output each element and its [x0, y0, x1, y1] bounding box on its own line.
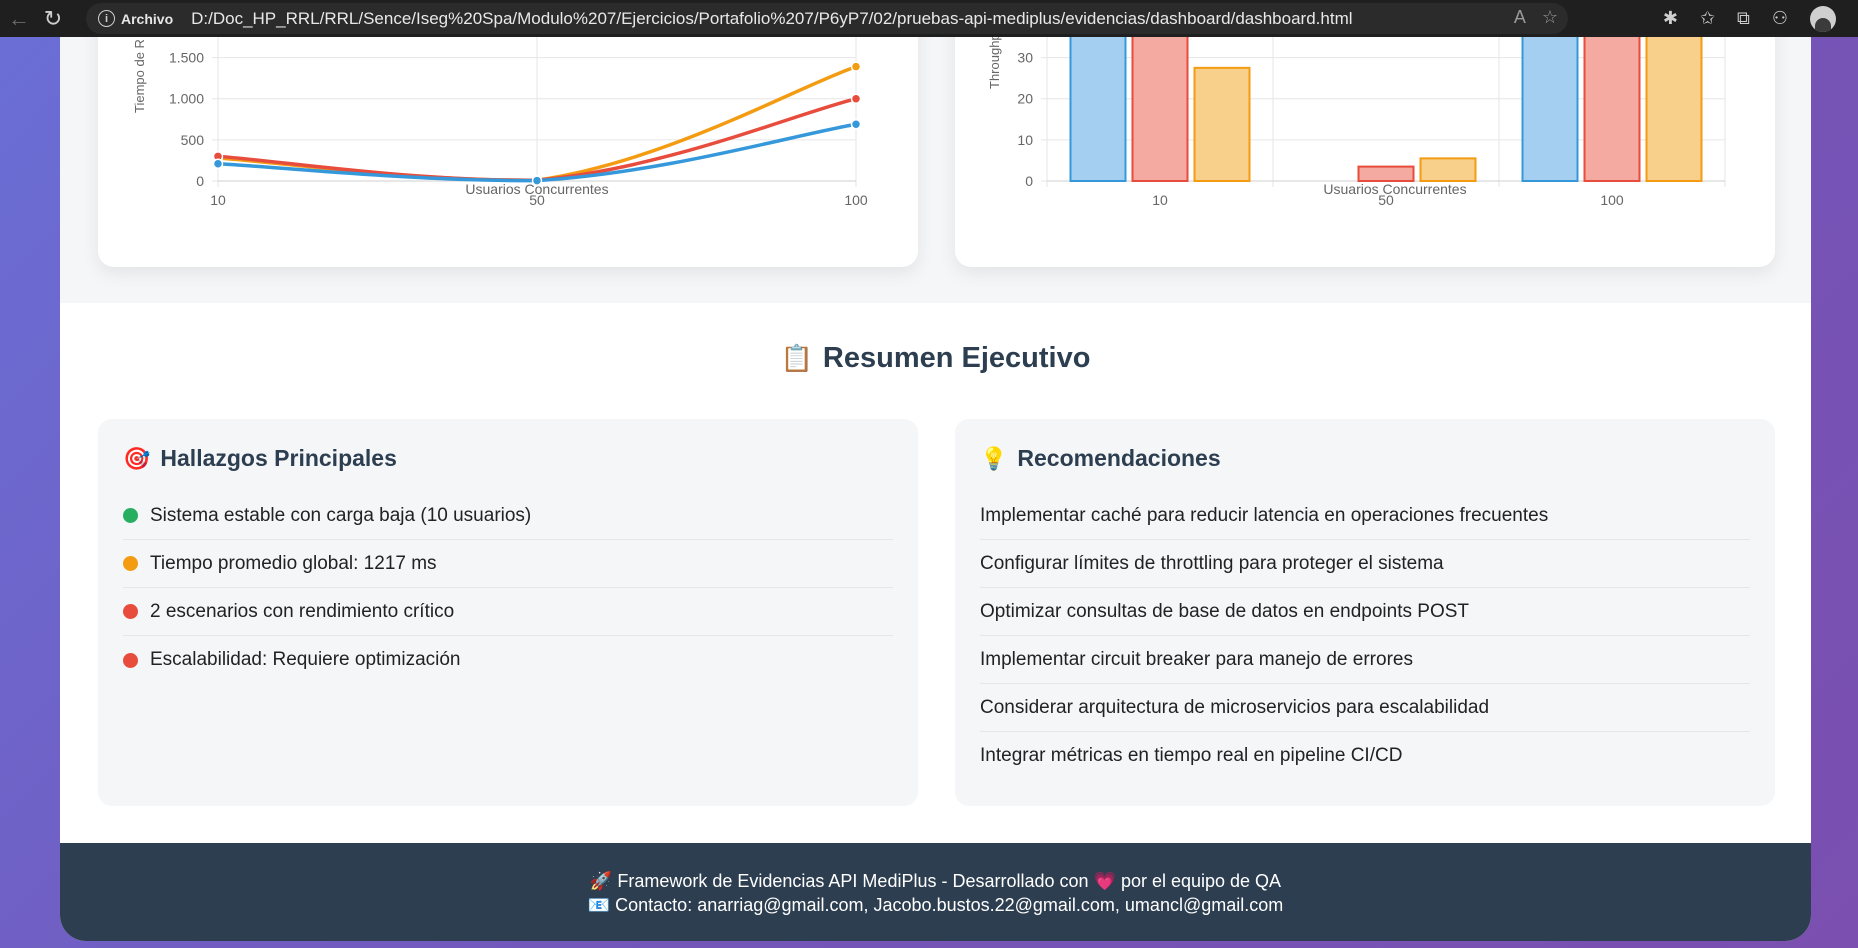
- findings-title: Hallazgos Principales: [160, 445, 397, 471]
- charts-section: Tiempo de R Usuarios Concurrentes 0 500 1.…: [60, 37, 1811, 303]
- finding-text: Escalabilidad: Requiere optimización: [150, 649, 461, 670]
- url-text[interactable]: D:/Doc_HP_RRL/RRL/Sence/Iseg%20Spa/Modul…: [191, 9, 1352, 29]
- findings-heading: 🎯 Hallazgos Principales: [123, 445, 893, 472]
- status-dot-icon: [123, 508, 138, 523]
- footer: 🚀 Framework de Evidencias API MediPlus -…: [60, 843, 1811, 941]
- x-tick-label: 100: [1600, 192, 1624, 208]
- status-dot-icon: [123, 652, 138, 668]
- recommendations-panel: 💡 Recomendaciones Implementar caché para…: [955, 419, 1775, 806]
- y-tick-label: 1.500: [169, 50, 204, 66]
- extensions-icon[interactable]: ✱: [1663, 8, 1678, 29]
- finding-text: 2 escenarios con rendimiento crítico: [150, 600, 455, 622]
- y-tick-label: 30: [1017, 50, 1033, 66]
- x-tick-label: 10: [210, 192, 226, 208]
- throughput-chart-card: Throughp Usuarios Concurrentes 0 10 20 30 1…: [955, 37, 1775, 267]
- finding-text: Tiempo promedio global: 1217 ms: [150, 552, 437, 574]
- clipboard-icon: 📋: [780, 343, 813, 373]
- x-tick-label: 10: [1152, 192, 1168, 208]
- finding-item: Sistema estable con carga baja (10 usuar…: [123, 492, 893, 540]
- back-icon[interactable]: ←: [4, 4, 34, 34]
- recommendations-heading: 💡 Recomendaciones: [980, 445, 1750, 472]
- dashboard-page: Tiempo de R Usuarios Concurrentes 0 500 1.…: [60, 37, 1811, 941]
- y-axis-label: Tiempo de R: [132, 39, 147, 113]
- y-tick-label: 0: [1025, 173, 1033, 189]
- response-time-chart-card: Tiempo de R Usuarios Concurrentes 0 500 1.…: [98, 37, 918, 267]
- bar[interactable]: [1357, 165, 1415, 183]
- bar[interactable]: [1521, 37, 1579, 182]
- throughput-chart: Throughp Usuarios Concurrentes 0 10 20 30 1…: [987, 37, 1726, 208]
- data-point[interactable]: [212, 158, 224, 169]
- x-tick-label: 100: [844, 192, 868, 208]
- footer-contact: 📧 Contacto: anarriag@gmail.com, Jacobo.b…: [587, 895, 1284, 915]
- bar[interactable]: [1583, 37, 1641, 182]
- summary-title-text: Resumen Ejecutivo: [822, 342, 1091, 374]
- summary-title: 📋 Resumen Ejecutivo: [60, 342, 1811, 375]
- y-tick-label: 1.000: [169, 91, 204, 107]
- data-point[interactable]: [850, 93, 862, 104]
- y-tick-label: 20: [1017, 91, 1033, 107]
- bar[interactable]: [1645, 37, 1703, 182]
- y-axis-label: Throughp: [987, 37, 1002, 89]
- footer-credits: 🚀 Framework de Evidencias API MediPlus -…: [589, 871, 1282, 891]
- finding-item: 2 escenarios con rendimiento crítico: [123, 588, 893, 636]
- browser-toolbar: ← ↻ i Archivo D:/Doc_HP_RRL/RRL/Sence/Is…: [0, 0, 1858, 37]
- status-dot-icon: [123, 604, 138, 619]
- bar[interactable]: [1131, 37, 1189, 182]
- recommendation-item: Considerar arquitectura de microservicio…: [980, 684, 1750, 732]
- data-point[interactable]: [850, 118, 862, 130]
- screenshot-icon[interactable]: ⧉: [1737, 8, 1750, 29]
- recommendation-item: Optimizar consultas de base de datos en …: [980, 588, 1750, 636]
- profile-switch-icon[interactable]: ⚇: [1772, 8, 1788, 29]
- address-bar[interactable]: i Archivo D:/Doc_HP_RRL/RRL/Sence/Iseg%2…: [86, 3, 1568, 34]
- x-axis-label: Usuarios Concurrentes: [1323, 181, 1466, 197]
- finding-item: Escalabilidad: Requiere optimización: [123, 636, 893, 684]
- data-point[interactable]: [850, 61, 862, 72]
- findings-panel: 🎯 Hallazgos Principales Sistema estable …: [98, 419, 918, 806]
- finding-item: Tiempo promedio global: 1217 ms: [123, 540, 893, 588]
- lightbulb-icon: 💡: [980, 445, 1008, 471]
- response-time-chart: Tiempo de R Usuarios Concurrentes 05001.…: [132, 37, 868, 208]
- status-dot-icon: [123, 556, 138, 571]
- x-tick-label: 50: [529, 192, 545, 208]
- finding-text: Sistema estable con carga baja (10 usuar…: [150, 504, 532, 526]
- bar[interactable]: [1069, 37, 1127, 182]
- recommendations-title: Recomendaciones: [1017, 445, 1221, 471]
- y-tick-label: 10: [1017, 132, 1033, 148]
- recommendation-item: Configurar límites de throttling para pr…: [980, 540, 1750, 588]
- favorite-star-icon[interactable]: ☆: [1542, 7, 1558, 28]
- recommendation-item: Implementar circuit breaker para manejo …: [980, 636, 1750, 684]
- bar[interactable]: [1193, 66, 1251, 183]
- y-tick-label: 0: [196, 173, 204, 189]
- info-icon[interactable]: i: [98, 10, 115, 27]
- bar[interactable]: [1419, 157, 1477, 182]
- target-icon: 🎯: [123, 445, 151, 471]
- reload-icon[interactable]: ↻: [38, 4, 68, 34]
- favorites-icon[interactable]: ✩: [1700, 8, 1715, 29]
- data-point[interactable]: [531, 175, 543, 186]
- x-tick-label: 50: [1378, 192, 1394, 208]
- read-aloud-icon[interactable]: A: [1514, 7, 1526, 28]
- site-label: Archivo: [121, 10, 174, 27]
- recommendation-item: Integrar métricas en tiempo real en pipe…: [980, 745, 1403, 766]
- recommendation-item: Implementar caché para reducir latencia …: [980, 492, 1750, 540]
- avatar[interactable]: [1810, 5, 1836, 32]
- y-tick-label: 500: [181, 132, 205, 148]
